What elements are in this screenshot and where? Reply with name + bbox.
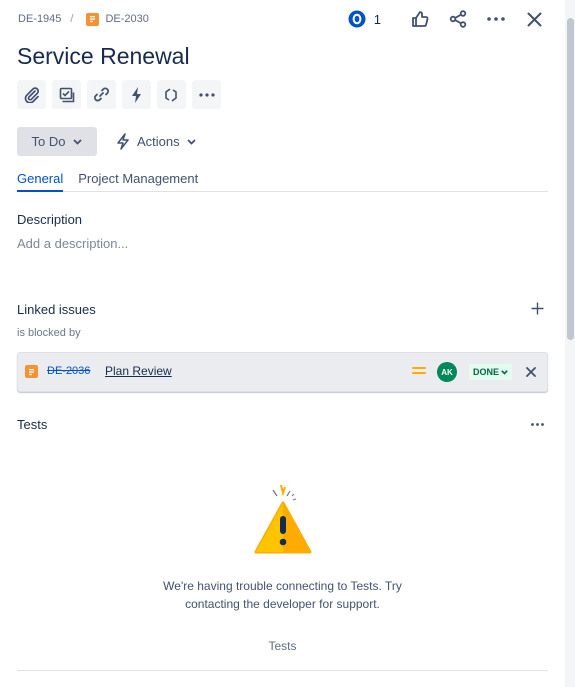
- description-input[interactable]: Add a description...: [17, 236, 128, 251]
- actions-dropdown[interactable]: Actions: [116, 127, 196, 156]
- linked-issue-summary[interactable]: Plan Review: [105, 364, 172, 378]
- attach-icon[interactable]: [17, 80, 46, 109]
- development-icon[interactable]: [157, 80, 186, 109]
- status-badge[interactable]: DONE: [469, 364, 513, 380]
- status-dropdown[interactable]: To Do: [17, 127, 97, 156]
- automation-icon[interactable]: [122, 80, 151, 109]
- story-icon: [25, 365, 38, 378]
- link-icon[interactable]: [87, 80, 116, 109]
- actions-label: Actions: [137, 134, 180, 149]
- unlink-icon[interactable]: [523, 364, 539, 380]
- description-heading: Description: [17, 212, 83, 227]
- lightning-icon: [116, 133, 130, 150]
- warning-icon: [254, 482, 312, 554]
- section-divider: [17, 670, 548, 671]
- issue-header-actions: 1: [342, 6, 549, 32]
- add-icon[interactable]: [529, 300, 545, 316]
- tests-error-line-1: We're having trouble connecting to Tests…: [163, 579, 402, 593]
- tests-footer-label: Tests: [268, 639, 297, 653]
- story-icon: [86, 12, 100, 26]
- linked-issues-heading: Linked issues: [17, 302, 96, 317]
- priority-medium-icon: [412, 366, 426, 376]
- status-badge-label: DONE: [473, 367, 500, 377]
- like-icon[interactable]: [405, 6, 435, 32]
- issue-title[interactable]: Service Renewal: [17, 43, 190, 70]
- close-icon[interactable]: [519, 6, 549, 32]
- issue-tabs: General Project Management: [17, 168, 548, 192]
- tab-general[interactable]: General: [17, 168, 64, 192]
- linked-issue-card[interactable]: DE-2036 Plan Review AK DONE: [17, 352, 548, 392]
- chevron-down-icon: [501, 369, 508, 375]
- tests-error-line-2: contacting the developer for support.: [185, 597, 380, 611]
- tests-more-icon[interactable]: [528, 417, 546, 431]
- tab-project-management[interactable]: Project Management: [78, 168, 198, 192]
- chevron-down-icon: [187, 138, 196, 145]
- breadcrumb-current-link[interactable]: DE-2030: [105, 13, 148, 25]
- tests-heading: Tests: [17, 417, 48, 432]
- child-issue-icon[interactable]: [52, 80, 81, 109]
- more-tools-icon[interactable]: [192, 80, 221, 109]
- chevron-down-icon: [73, 138, 83, 145]
- breadcrumb-parent-link[interactable]: DE-1945: [18, 13, 61, 25]
- share-icon[interactable]: [443, 6, 473, 32]
- tests-error-message: We're having trouble connecting to Tests…: [0, 577, 565, 613]
- breadcrumb: DE-1945 / DE-2030: [18, 11, 149, 27]
- link-relation-label: is blocked by: [17, 327, 81, 339]
- more-icon[interactable]: [481, 6, 511, 32]
- eye-icon: [348, 10, 366, 28]
- breadcrumb-separator: /: [70, 13, 74, 25]
- watch-button[interactable]: 1: [342, 6, 387, 32]
- status-label: To Do: [31, 134, 66, 149]
- watch-count: 1: [373, 11, 381, 27]
- linked-issue-key[interactable]: DE-2036: [47, 365, 90, 377]
- issue-toolbar: [17, 80, 221, 109]
- avatar[interactable]: AK: [437, 362, 457, 382]
- scrollbar-thumb[interactable]: [567, 18, 574, 340]
